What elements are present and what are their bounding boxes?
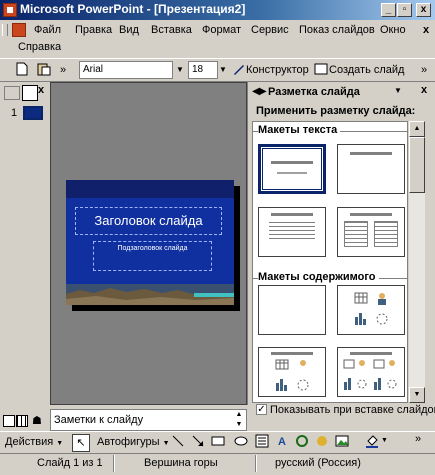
apply-layout-label: Применить разметку слайда: [256,105,416,117]
new-slide-button[interactable]: Создать слайд [329,64,404,76]
category-content-layouts: Макеты содержимого [258,271,379,283]
slideshow-view-button[interactable]: ☗ [32,414,42,427]
font-name-dropdown-icon[interactable]: ▼ [174,62,186,78]
layout-title-only[interactable] [337,144,405,194]
menu-grip[interactable] [2,24,8,36]
layout-title-slide[interactable] [258,144,326,194]
picture-tool-icon[interactable] [334,434,350,450]
rectangle-tool-icon[interactable] [210,434,226,450]
menu-help[interactable]: Справка [18,41,61,53]
oval-tool-icon[interactable] [233,434,249,450]
layout-title-two-content[interactable] [337,347,405,397]
clipart-tool-icon[interactable] [314,434,330,450]
left-pane-close-button[interactable]: x [38,84,44,96]
menu-format[interactable]: Формат [202,24,241,36]
view-buttons: ☗ [0,412,48,430]
slide-sorter-view-button[interactable] [16,415,28,427]
left-pane-tabs: x [0,82,50,102]
status-language: русский (Россия) [275,457,361,469]
designer-icon[interactable] [231,62,247,78]
layout-content[interactable] [337,285,405,335]
document-icon[interactable] [12,23,26,37]
scroll-up-button[interactable]: ▲ [409,121,425,137]
autoshapes-dropdown-icon: ▼ [162,440,170,447]
outline-tab[interactable] [4,86,20,100]
category-text-layouts: Макеты текста [258,124,341,136]
font-size-dropdown-icon[interactable]: ▼ [217,62,229,78]
close-button[interactable]: x [416,3,431,17]
restore-button[interactable]: ▫ [397,3,412,17]
title-placeholder[interactable]: Заголовок слайда [75,207,222,235]
layout-list[interactable]: Макеты текста Макеты содержимого [252,121,408,403]
notes-scroll-icon[interactable]: ▲ ▼ [233,410,245,430]
status-separator [113,455,115,472]
menu-tools[interactable]: Сервис [251,24,289,36]
scroll-down-button[interactable]: ▼ [409,387,425,403]
diagram-tool-icon[interactable] [294,434,310,450]
slides-tab[interactable] [22,85,38,101]
powerpoint-app-icon[interactable] [3,3,17,17]
status-slide-info: Слайд 1 из 1 [37,457,103,469]
paste-icon[interactable] [36,62,52,78]
new-document-icon[interactable] [14,62,30,78]
line-tool-icon[interactable] [170,434,186,450]
mountain-image [66,284,234,305]
font-size-combo[interactable]: 18 [188,61,218,79]
menu-window[interactable]: Окно [380,24,406,36]
toolbar-overflow-icon[interactable]: » [55,62,71,78]
status-design-name: Вершина горы [144,457,218,469]
slide-thumbnail[interactable] [23,106,43,120]
window-title: Microsoft PowerPoint - [Презентация2] [20,2,246,16]
minimize-button[interactable]: _ [381,3,396,17]
layout-title-and-content[interactable] [258,347,326,397]
menu-file[interactable]: Файл [34,24,61,36]
fill-color-icon[interactable] [364,434,380,450]
notes-pane[interactable]: Заметки к слайду [50,409,247,431]
status-separator [255,455,257,472]
actions-menu-button[interactable]: Действия ▼ [5,436,63,448]
normal-view-button[interactable] [3,415,15,427]
drawing-toolbar-overflow-icon[interactable]: » [415,433,421,445]
slide-top-band [66,180,234,198]
wordart-tool-icon[interactable]: A [274,434,290,450]
task-pane-forward-icon[interactable]: ▶ [259,86,267,97]
menu-insert[interactable]: Вставка [151,24,192,36]
toolbar-overflow-right-icon[interactable]: » [416,62,432,78]
show-on-insert-checkbox[interactable]: ✓ [256,404,267,415]
task-pane-scrollbar[interactable]: ▲ ▼ [409,121,425,403]
arrow-tool-icon[interactable] [190,434,206,450]
slide-canvas[interactable]: Заголовок слайда Подзаголовок слайда [66,180,234,305]
subtitle-placeholder[interactable]: Подзаголовок слайда [93,241,212,271]
task-pane-close-button[interactable]: x [421,84,427,96]
document-close-button[interactable]: x [423,24,429,36]
task-pane-menu-icon[interactable]: ▼ [394,86,402,95]
autoshapes-label: Автофигуры [97,436,160,448]
layout-blank[interactable] [258,285,326,335]
actions-dropdown-icon: ▼ [56,440,64,447]
font-name-combo[interactable]: Arial [79,61,173,79]
task-pane-title: Разметка слайда [268,86,360,98]
layout-title-and-text[interactable] [258,207,326,257]
actions-label: Действия [5,436,54,448]
designer-button[interactable]: Конструктор [246,64,309,76]
slide-number: 1 [11,107,18,119]
new-slide-icon[interactable] [313,62,329,78]
autoshapes-menu-button[interactable]: Автофигуры ▼ [97,436,170,448]
menu-view[interactable]: Вид [119,24,139,36]
menu-edit[interactable]: Правка [75,24,112,36]
select-pointer-icon[interactable]: ↖ [72,434,90,452]
textbox-tool-icon[interactable] [254,434,270,450]
show-on-insert-label: Показывать при вставке слайдов [270,404,435,416]
fill-color-dropdown-icon[interactable]: ▼ [381,437,388,444]
layout-title-two-columns[interactable] [337,207,405,257]
scroll-thumb[interactable] [409,137,425,193]
menu-slideshow[interactable]: Показ слайдов [299,24,375,36]
